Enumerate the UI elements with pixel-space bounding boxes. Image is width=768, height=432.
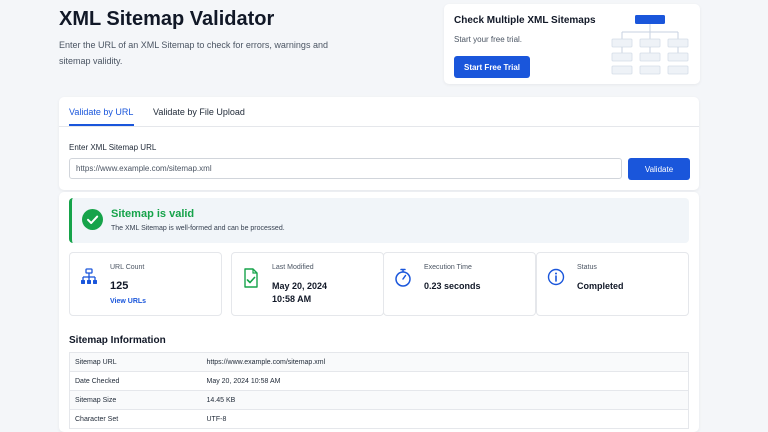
stat-time: 10:58 AM [272,294,312,304]
info-value: https://www.example.com/sitemap.xml [201,352,689,372]
sitemap-info-title: Sitemap Information [69,335,166,346]
promo-card: Check Multiple XML Sitemaps Start your f… [444,4,700,84]
sitemap-url-input[interactable] [69,158,622,179]
start-free-trial-button[interactable]: Start Free Trial [454,56,530,78]
stat-value: 125 [110,280,129,292]
valid-title: Sitemap is valid [111,208,195,220]
sitemap-diagram-icon [611,15,689,75]
tab-validate-by-url[interactable]: Validate by URL [69,107,133,117]
sitemap-icon [81,268,97,284]
tab-validate-by-file-upload[interactable]: Validate by File Upload [153,107,245,117]
validate-button[interactable]: Validate [628,158,690,180]
table-row: Sitemap URL https://www.example.com/site… [69,352,689,372]
page-title: XML Sitemap Validator [59,8,275,30]
stat-execution-time: Execution Time 0.23 seconds [383,252,536,316]
info-value: UTF-8 [201,409,689,429]
promo-subtitle: Start your free trial. [454,35,523,44]
table-row: Character Set UTF-8 [69,409,689,429]
stat-value: Completed [577,281,624,291]
stopwatch-icon [395,268,411,287]
stat-label: Last Modified [272,264,314,271]
stat-url-count: URL Count 125 View URLs [69,252,222,316]
info-value: 14.45 KB [201,390,689,410]
info-icon [547,268,565,286]
stat-label: Status [577,264,597,271]
file-check-icon [244,268,258,288]
result-panel: Sitemap is valid The XML Sitemap is well… [59,192,699,432]
stat-label: URL Count [110,264,145,271]
stat-date: May 20, 2024 [272,281,328,291]
stat-last-modified: Last Modified May 20, 2024 10:58 AM [231,252,384,316]
info-key: Sitemap URL [69,352,202,372]
active-tab-indicator [69,124,134,126]
tab-bar: Validate by URL Validate by File Upload [59,97,699,127]
info-value: May 20, 2024 10:58 AM [201,371,689,391]
table-row: Date Checked May 20, 2024 10:58 AM [69,371,689,391]
stat-value: 0.23 seconds [424,281,481,291]
url-field-label: Enter XML Sitemap URL [69,143,157,152]
stat-label: Execution Time [424,264,472,271]
check-circle-icon [82,209,103,230]
promo-title: Check Multiple XML Sitemaps [454,15,596,26]
table-row: Sitemap Size 14.45 KB [69,390,689,410]
view-urls-link[interactable]: View URLs [110,298,146,305]
stat-status: Status Completed [536,252,689,316]
info-key: Character Set [69,409,202,429]
valid-description: The XML Sitemap is well-formed and can b… [111,225,285,232]
validator-card: Validate by URL Validate by File Upload … [59,97,699,190]
sitemap-info-table: Sitemap URL https://www.example.com/site… [69,352,689,429]
info-key: Sitemap Size [69,390,202,410]
page-description: Enter the URL of an XML Sitemap to check… [59,40,328,66]
info-key: Date Checked [69,371,202,391]
valid-banner: Sitemap is valid The XML Sitemap is well… [69,198,689,243]
